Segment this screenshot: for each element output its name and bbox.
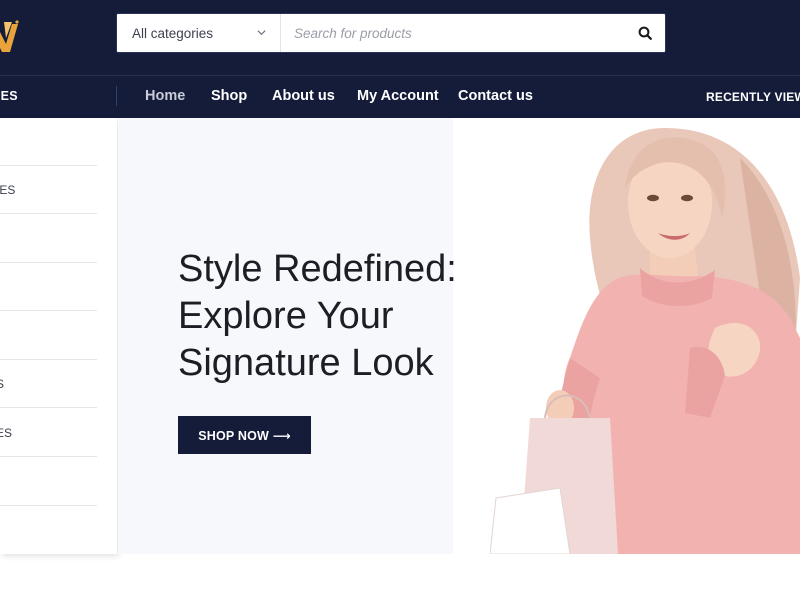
category-item[interactable]: IES — [0, 166, 97, 214]
category-item[interactable] — [0, 215, 97, 263]
top-header: All categories IES Home Shop About us My… — [0, 0, 800, 118]
search-bar: All categories — [116, 13, 666, 53]
category-item[interactable] — [0, 312, 97, 360]
recently-viewed-link[interactable]: RECENTLY VIEWED — [706, 90, 800, 104]
category-item-label: IES — [0, 182, 16, 197]
hero-title-line: Style Redefined: — [178, 248, 457, 290]
shop-now-button[interactable]: SHOP NOW ⟶ — [178, 416, 311, 454]
chevron-down-icon — [257, 30, 266, 36]
nav-my-account[interactable]: My Account — [357, 88, 439, 104]
category-item[interactable] — [0, 118, 97, 166]
categories-dropdown: IES S ES — [0, 118, 117, 554]
hero-title: Style Redefined: Explore Your Signature … — [178, 246, 498, 387]
category-item[interactable] — [0, 263, 97, 311]
nav-contact-us[interactable]: Contact us — [458, 88, 533, 104]
category-item[interactable]: S — [0, 360, 97, 408]
all-categories-toggle[interactable]: IES — [0, 89, 18, 103]
category-select[interactable]: All categories — [117, 14, 281, 52]
search-icon — [638, 26, 652, 40]
category-item-label: S — [0, 377, 4, 391]
category-item-label: ES — [0, 425, 13, 440]
search-input[interactable] — [281, 14, 625, 52]
search-button[interactable] — [625, 14, 665, 52]
hero-title-line: Signature Look — [178, 342, 434, 384]
brand-logo-icon[interactable] — [0, 18, 20, 58]
category-select-label: All categories — [132, 25, 214, 41]
hero-banner: Style Redefined: Explore Your Signature … — [118, 118, 800, 554]
category-item[interactable] — [0, 458, 97, 506]
nav-shop[interactable]: Shop — [211, 88, 247, 104]
nav-separator — [116, 86, 117, 106]
header-divider — [0, 75, 800, 76]
nav-home[interactable]: Home — [145, 88, 185, 104]
hero-model-image — [490, 128, 800, 554]
category-item[interactable]: ES — [0, 409, 97, 457]
hero-title-line: Explore Your — [178, 295, 394, 337]
nav-about-us[interactable]: About us — [272, 88, 335, 104]
